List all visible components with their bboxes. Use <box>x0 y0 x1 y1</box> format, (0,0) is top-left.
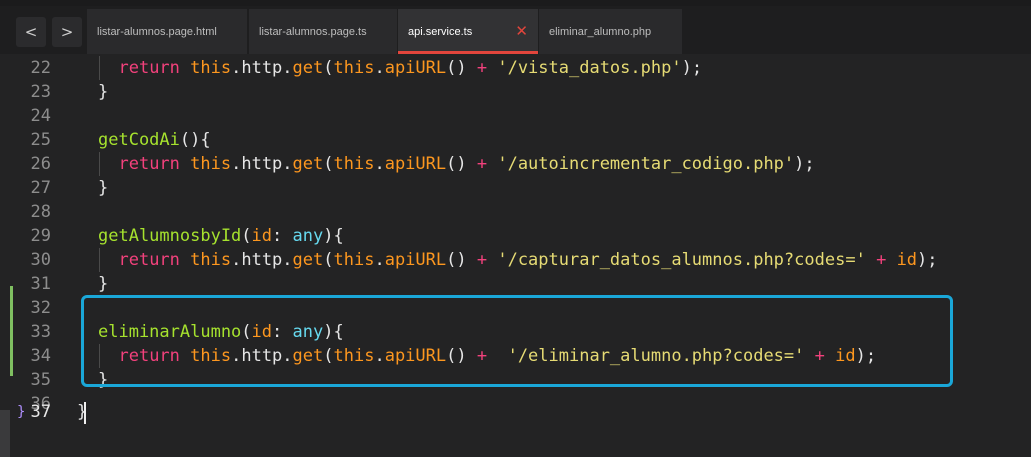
line-number: 27 <box>30 178 51 198</box>
text-cursor <box>84 402 86 424</box>
tab-label: eliminar_alumno.php <box>549 25 652 38</box>
code-line-22: return this.http.get(this.apiURL() + '/v… <box>118 58 703 78</box>
code-line-29: getAlumnosbyId(id: any){ <box>98 226 344 246</box>
code-line-25: getCodAi(){ <box>98 130 211 150</box>
line-number: 28 <box>30 202 51 222</box>
line-number: 31 <box>30 274 51 294</box>
tab-api-service-ts[interactable]: api.service.ts ✕ <box>398 9 538 54</box>
code-line-23: } <box>98 82 109 102</box>
tab-label: listar-alumnos.page.html <box>97 25 217 38</box>
tab-listar-alumnos-page-html[interactable]: listar-alumnos.page.html <box>87 9 247 54</box>
fold-marker[interactable]: } <box>17 400 25 424</box>
code-line-31: } <box>98 274 109 294</box>
forward-button[interactable]: > <box>52 17 82 47</box>
modified-lines-marker <box>10 286 13 376</box>
chevron-right-icon: > <box>60 23 74 41</box>
line-number: 35 <box>30 370 51 390</box>
tab-label: listar-alumnos.page.ts <box>259 25 367 38</box>
tab-label: api.service.ts <box>408 25 473 38</box>
line-number: 23 <box>30 82 51 102</box>
scrollbar[interactable] <box>0 410 10 457</box>
code-editor[interactable]: 22 23 24 25 26 27 28 29 30 31 32 33 34 3… <box>0 54 1031 457</box>
line-number: 33 <box>30 322 51 342</box>
line-number: 30 <box>30 250 51 270</box>
line-number: 29 <box>30 226 51 246</box>
line-number: 24 <box>30 106 51 126</box>
tab-eliminar-alumno-php[interactable]: eliminar_alumno.php <box>539 9 682 54</box>
line-number-gutter: 22 23 24 25 26 27 28 29 30 31 32 33 34 3… <box>0 54 75 457</box>
code-line-26: return this.http.get(this.apiURL() + '/a… <box>118 154 815 174</box>
close-icon[interactable]: ✕ <box>515 22 528 40</box>
line-number: 22 <box>30 58 51 78</box>
chevron-left-icon: < <box>24 23 38 41</box>
line-number: 32 <box>30 298 51 318</box>
line-number: 26 <box>30 154 51 174</box>
back-button[interactable]: < <box>16 17 46 47</box>
code-line-30: return this.http.get(this.apiURL() + '/c… <box>118 250 938 270</box>
code-highlight-box <box>81 295 953 387</box>
tab-bar: < > listar-alumnos.page.html listar-alum… <box>0 6 1031 54</box>
code-line-27: } <box>98 178 109 198</box>
tab-listar-alumnos-page-ts[interactable]: listar-alumnos.page.ts <box>249 9 397 54</box>
line-number: 25 <box>30 130 51 150</box>
line-number: 34 <box>30 346 51 366</box>
